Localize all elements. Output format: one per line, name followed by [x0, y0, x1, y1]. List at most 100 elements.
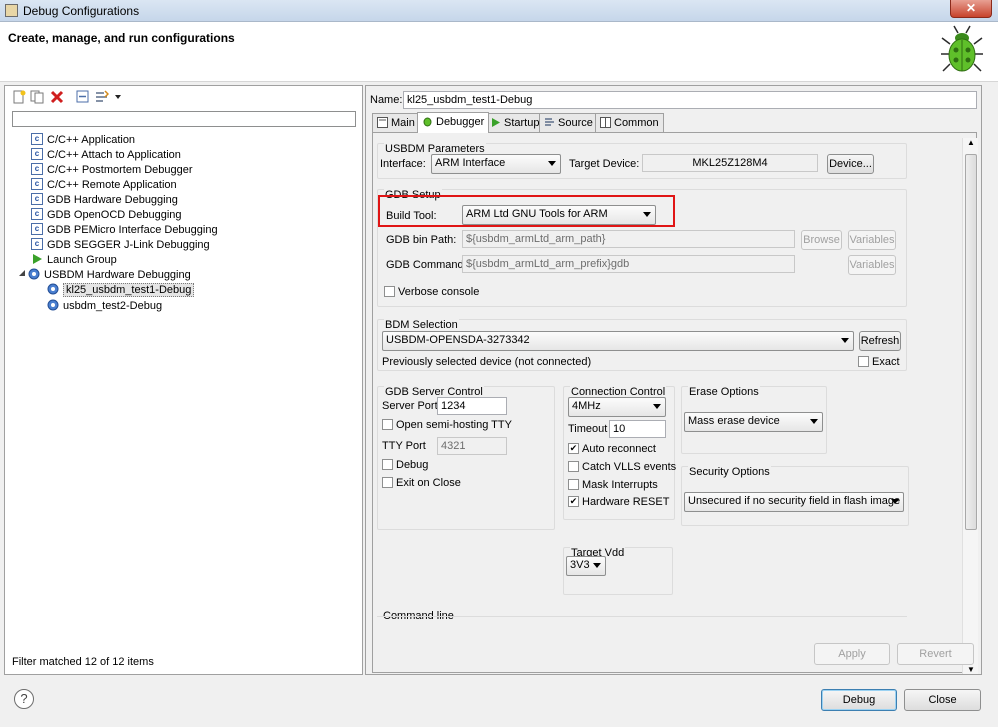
tree-item[interactable]: c GDB OpenOCD Debugging: [31, 208, 182, 223]
debug-checkbox[interactable]: Debug: [382, 458, 428, 471]
gdb-bin-path-label: GDB bin Path:: [386, 234, 457, 246]
tree-item[interactable]: c GDB SEGGER J-Link Debugging: [31, 238, 210, 253]
scrollbar-thumb[interactable]: [965, 154, 977, 530]
duplicate-config-icon[interactable]: [30, 90, 44, 104]
target-device-field: MKL25Z128M4: [642, 154, 818, 172]
timeout-field[interactable]: 10: [609, 420, 666, 438]
tty-port-field: 4321: [437, 437, 507, 455]
tree-item[interactable]: c C/C++ Attach to Application: [31, 148, 181, 163]
window-close-button[interactable]: ✕: [950, 0, 992, 18]
gdb-command-label: GDB Command:: [386, 259, 467, 271]
c-config-icon: c: [31, 133, 43, 146]
refresh-button[interactable]: Refresh: [859, 331, 901, 351]
gear-icon: [28, 268, 40, 280]
server-port-label: Server Port: [382, 400, 438, 412]
command-variables-button[interactable]: Variables: [848, 255, 896, 275]
security-options-select[interactable]: Unsecured if no security field in flash …: [684, 492, 904, 512]
delete-config-icon[interactable]: [50, 90, 64, 104]
browse-button[interactable]: Browse: [801, 230, 842, 250]
tree-item-selected[interactable]: kl25_usbdm_test1-Debug: [47, 283, 195, 298]
window-title: Debug Configurations: [23, 4, 140, 18]
tree-item[interactable]: c C/C++ Postmortem Debugger: [31, 163, 193, 178]
tree-item[interactable]: c C/C++ Remote Application: [31, 178, 177, 193]
debug-button[interactable]: Debug: [821, 689, 897, 711]
target-device-label: Target Device:: [569, 158, 640, 170]
chevron-down-icon: [810, 419, 818, 424]
hardware-reset-checkbox[interactable]: ✔ Hardware RESET: [568, 495, 669, 508]
c-config-icon: c: [31, 238, 43, 251]
command-line-divider: [377, 616, 907, 617]
scroll-up-icon[interactable]: ▲: [967, 138, 975, 147]
name-label: Name:: [370, 94, 403, 106]
filter-status: Filter matched 12 of 12 items: [12, 656, 154, 668]
chevron-down-icon: [593, 563, 601, 568]
launch-arrow-icon: [33, 254, 42, 265]
tree-item[interactable]: c GDB PEMicro Interface Debugging: [31, 223, 218, 238]
tab-common[interactable]: Common: [595, 113, 664, 133]
mask-interrupts-checkbox[interactable]: Mask Interrupts: [568, 478, 658, 491]
gear-icon: [47, 283, 59, 295]
filter-icon[interactable]: [95, 90, 109, 104]
c-config-icon: c: [31, 178, 43, 191]
exact-checkbox[interactable]: Exact: [858, 355, 900, 368]
filter-input[interactable]: [12, 111, 356, 127]
tty-port-label: TTY Port: [382, 440, 426, 452]
target-vdd-select[interactable]: 3V3: [566, 556, 606, 576]
help-icon[interactable]: ?: [14, 689, 34, 709]
bdm-status: Previously selected device (not connecte…: [382, 356, 592, 368]
chevron-down-icon: [841, 338, 849, 343]
chevron-down-icon[interactable]: [114, 90, 122, 104]
device-button[interactable]: Device...: [827, 154, 874, 174]
interface-label: Interface:: [380, 158, 426, 170]
gdb-bin-path-field: ${usbdm_armLtd_arm_path}: [462, 230, 795, 248]
name-field[interactable]: kl25_usbdm_test1-Debug: [403, 91, 977, 109]
catch-vlls-checkbox[interactable]: Catch VLLS events: [568, 460, 676, 473]
bdm-device-select[interactable]: USBDM-OPENSDA-3273342: [382, 331, 854, 351]
tree-item[interactable]: Launch Group: [31, 253, 117, 268]
interface-select[interactable]: ARM Interface: [431, 154, 561, 174]
tab-source[interactable]: Source: [539, 113, 598, 133]
app-icon: [5, 4, 18, 17]
auto-reconnect-checkbox[interactable]: ✔ Auto reconnect: [568, 442, 656, 455]
c-config-icon: c: [31, 193, 43, 206]
vertical-scrollbar[interactable]: ▲ ▼: [962, 138, 978, 674]
build-tool-highlight: [378, 195, 675, 227]
chevron-down-icon: [891, 499, 899, 504]
c-config-icon: c: [31, 163, 43, 176]
configuration-editor-pane: Name: kl25_usbdm_test1-Debug Main Debugg…: [365, 85, 982, 675]
scroll-down-icon[interactable]: ▼: [967, 665, 975, 674]
new-config-icon[interactable]: [12, 90, 26, 104]
semi-hosting-checkbox[interactable]: Open semi-hosting TTY: [382, 418, 512, 431]
tab-main[interactable]: Main: [372, 113, 420, 133]
revert-button[interactable]: Revert: [897, 643, 974, 665]
configuration-tree-pane: c C/C++ Application c C/C++ Attach to Appl…: [4, 85, 363, 675]
c-config-icon: c: [31, 148, 43, 161]
gear-icon: [47, 299, 59, 311]
tab-debugger[interactable]: Debugger: [417, 112, 490, 133]
apply-button[interactable]: Apply: [814, 643, 890, 665]
header-title: Create, manage, and run configurations: [8, 31, 235, 45]
dialog-header: Create, manage, and run configurations: [0, 22, 998, 82]
expand-triangle-icon[interactable]: [18, 268, 26, 280]
tab-startup[interactable]: Startup: [485, 113, 545, 133]
bin-path-variables-button[interactable]: Variables: [848, 230, 896, 250]
title-bar: Debug Configurations ✕: [0, 0, 998, 22]
tree-item[interactable]: usbdm_test2-Debug: [47, 299, 162, 314]
erase-options-select[interactable]: Mass erase device: [684, 412, 823, 432]
common-tab-icon: [600, 116, 611, 128]
verbose-console-checkbox[interactable]: Verbose console: [384, 285, 479, 298]
c-config-icon: c: [31, 223, 43, 236]
source-tab-icon: [545, 117, 554, 126]
main-tab-icon: [377, 116, 388, 128]
collapse-all-icon[interactable]: [76, 90, 90, 104]
tree-item-expanded[interactable]: USBDM Hardware Debugging: [18, 268, 191, 283]
debug-bug-icon: [941, 25, 983, 72]
exit-on-close-checkbox[interactable]: Exit on Close: [382, 476, 461, 489]
debugger-tab-icon: [423, 117, 432, 127]
tree-item[interactable]: c C/C++ Application: [31, 133, 135, 148]
server-port-field[interactable]: 1234: [437, 397, 507, 415]
tree-item[interactable]: c GDB Hardware Debugging: [31, 193, 178, 208]
speed-select[interactable]: 4MHz: [568, 397, 666, 417]
close-button[interactable]: Close: [904, 689, 981, 711]
c-config-icon: c: [31, 208, 43, 221]
